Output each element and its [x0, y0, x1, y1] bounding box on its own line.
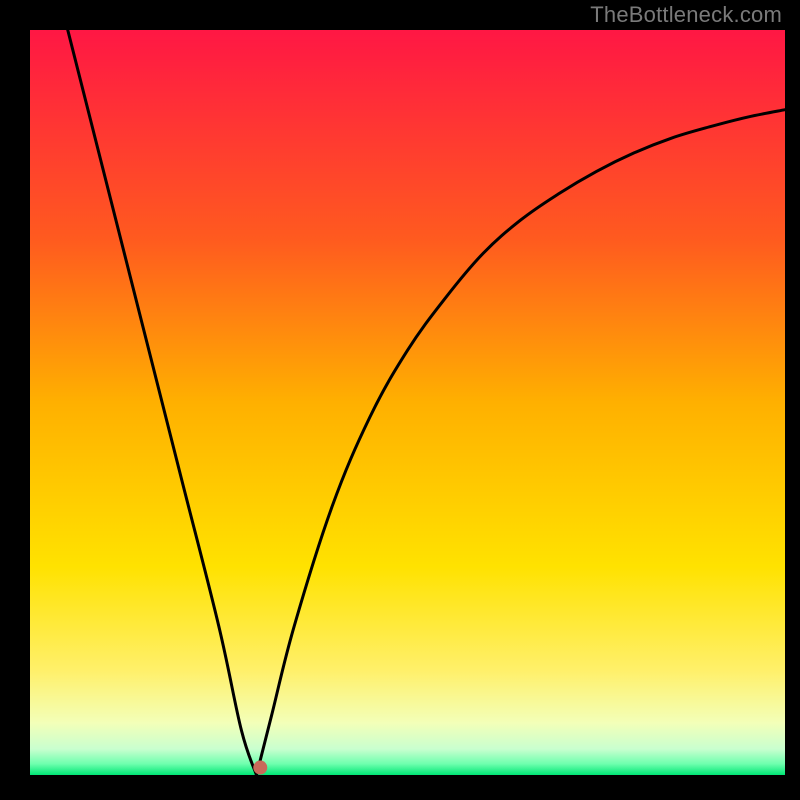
watermark-text: TheBottleneck.com — [590, 2, 782, 28]
bottleneck-chart — [0, 0, 800, 800]
minimum-marker — [253, 761, 267, 775]
plot-background — [30, 30, 785, 775]
chart-frame: TheBottleneck.com — [0, 0, 800, 800]
